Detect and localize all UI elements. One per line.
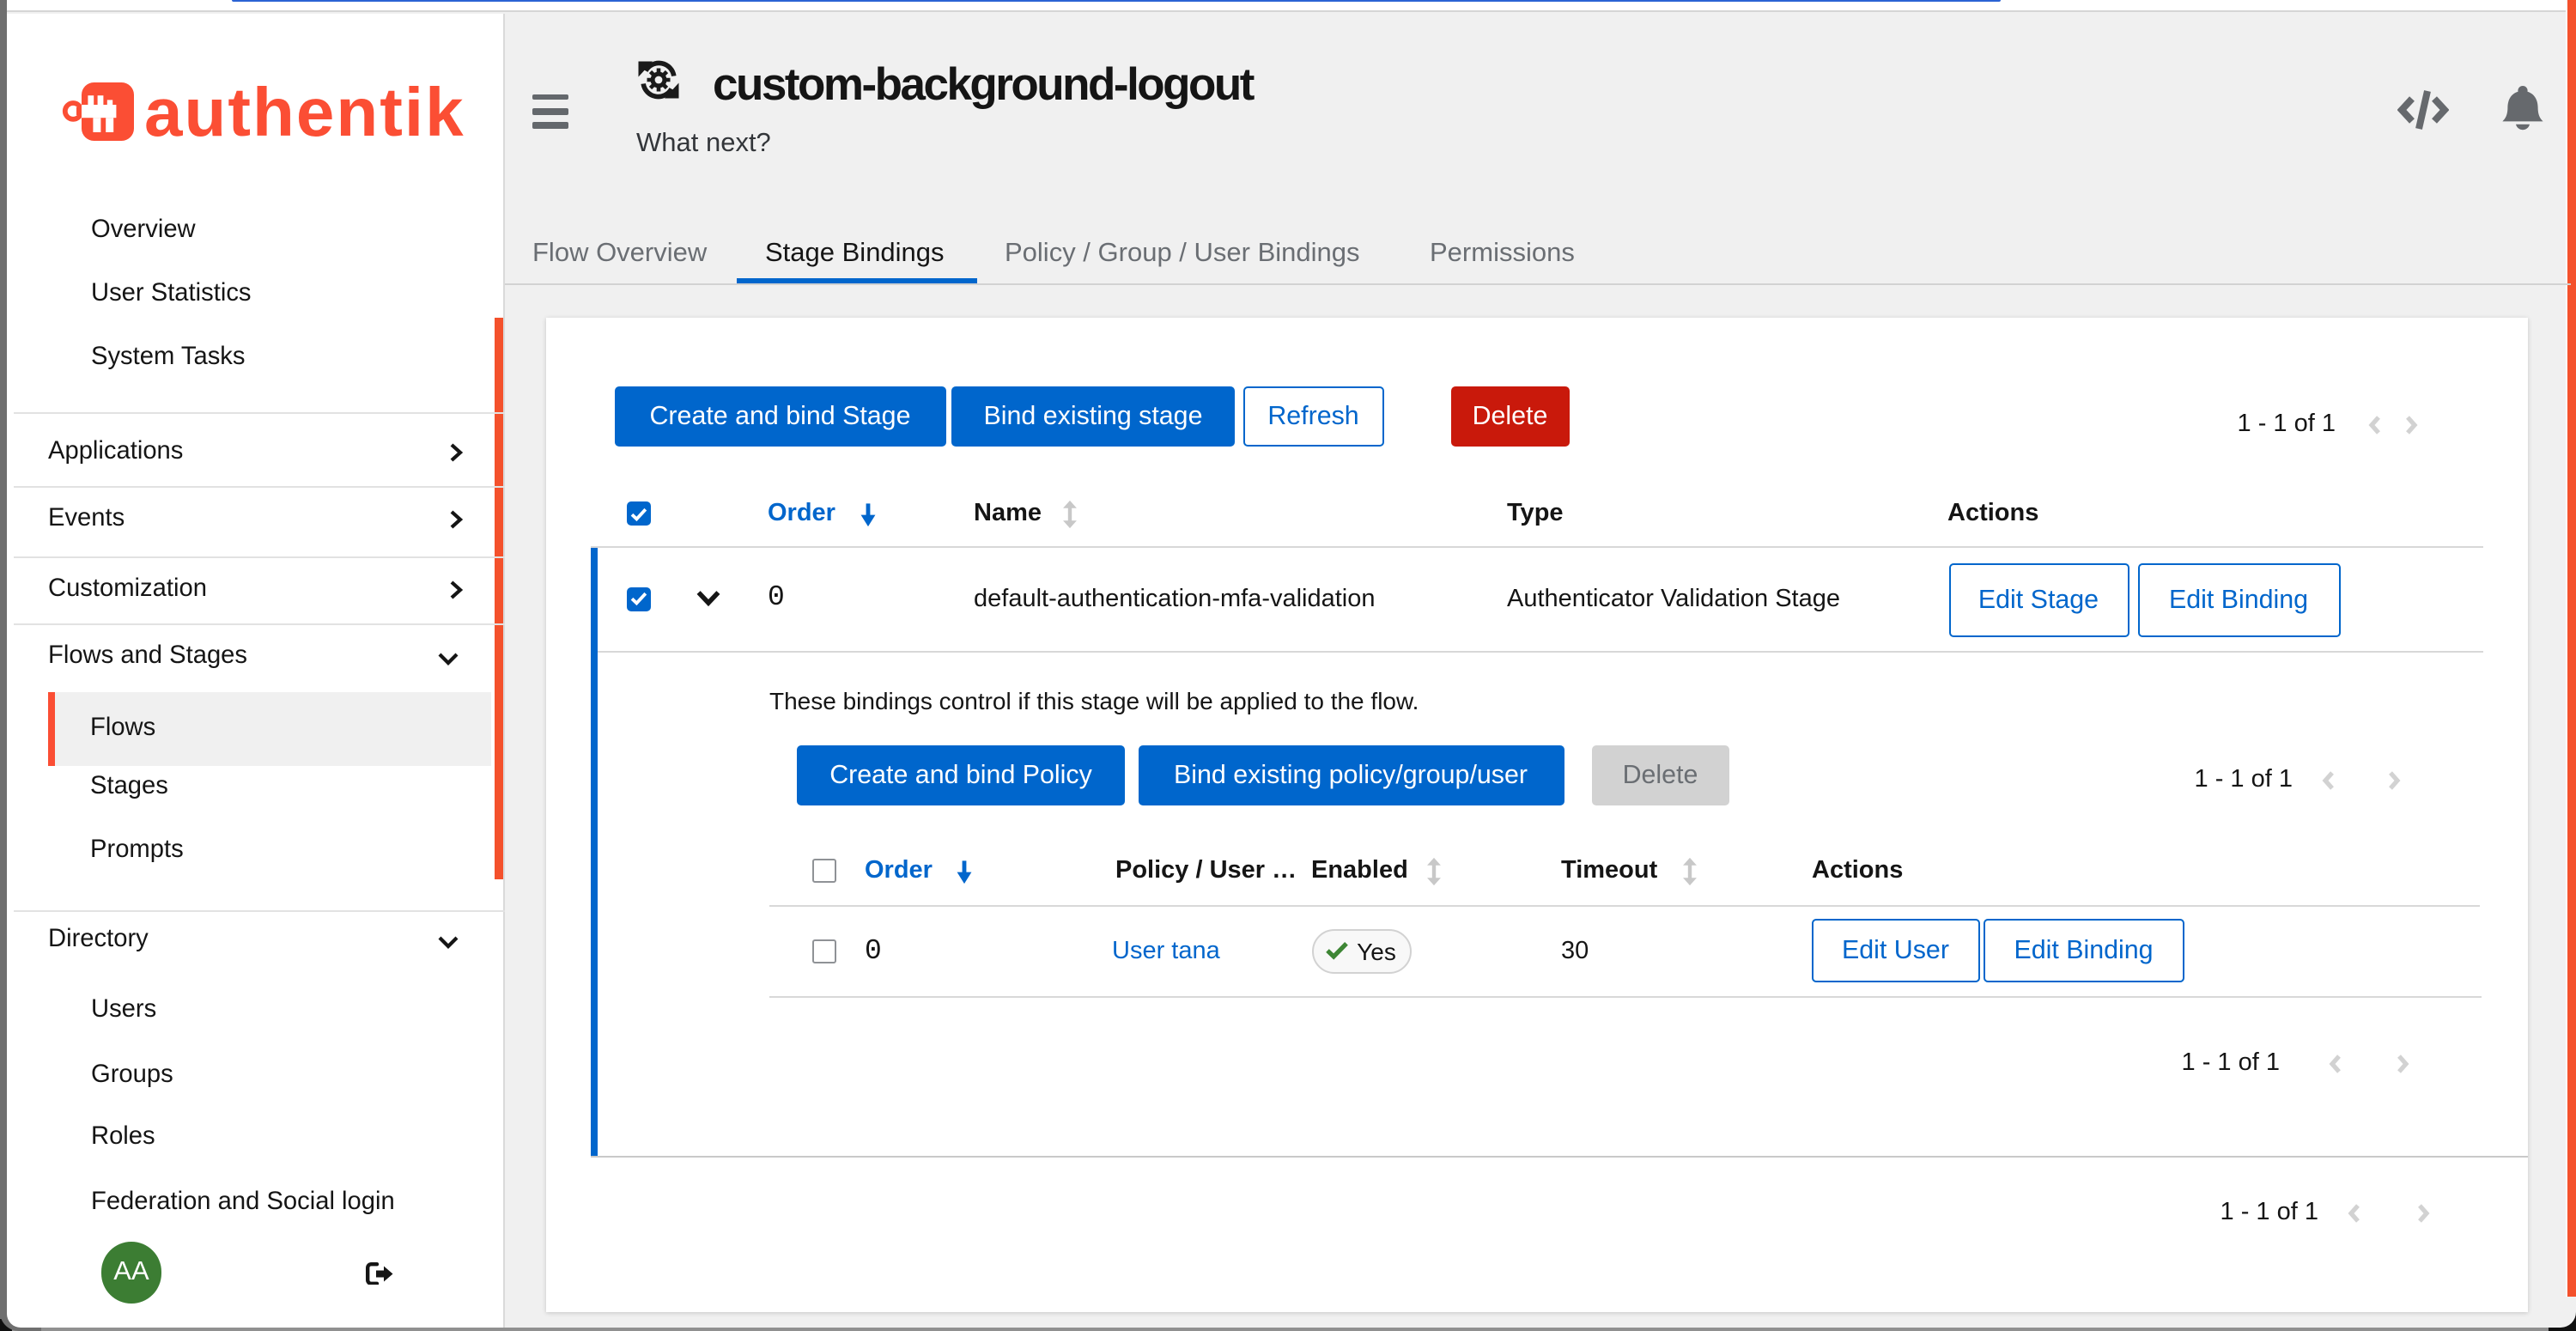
svg-text:authentik: authentik [144,74,465,144]
